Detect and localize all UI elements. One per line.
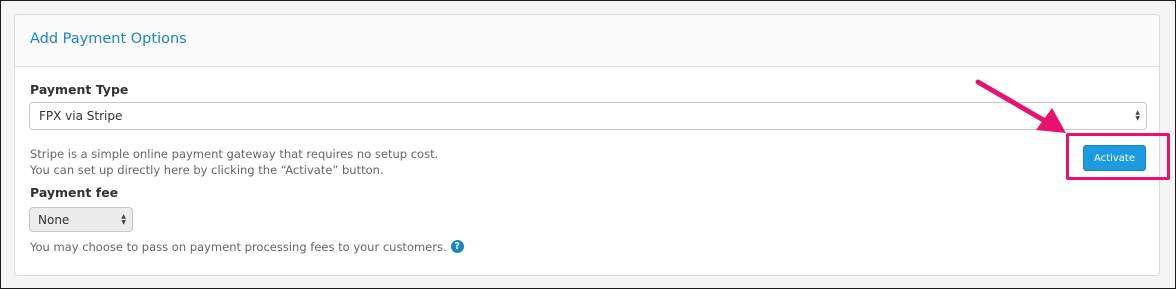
up-down-arrows-icon: ▲ ▼ [1135, 109, 1140, 122]
payment-type-label: Payment Type [30, 82, 129, 97]
payment-fee-selected-value: None [38, 213, 70, 227]
payment-fee-help-text: You may choose to pass on payment proces… [30, 240, 447, 254]
panel-title: Add Payment Options [30, 31, 187, 47]
payment-type-selected-value: FPX via Stripe [39, 109, 123, 123]
description-line-1: Stripe is a simple online payment gatewa… [30, 147, 439, 161]
payment-description: Stripe is a simple online payment gatewa… [30, 146, 438, 178]
up-down-arrows-icon: ▲ ▼ [121, 213, 126, 226]
description-line-2: You can set up directly here by clicking… [30, 163, 384, 177]
activate-button[interactable]: Activate [1083, 145, 1146, 171]
payment-fee-label: Payment fee [30, 185, 119, 200]
pointer-arrow-icon [975, 79, 1066, 133]
add-payment-options-panel: Add Payment Options [14, 14, 1160, 276]
panel-header: Add Payment Options [15, 15, 1159, 67]
question-circle-icon[interactable]: ? [450, 240, 464, 253]
payment-fee-help: You may choose to pass on payment proces… [30, 240, 464, 254]
payment-fee-select[interactable]: None ▲ ▼ [29, 207, 133, 232]
